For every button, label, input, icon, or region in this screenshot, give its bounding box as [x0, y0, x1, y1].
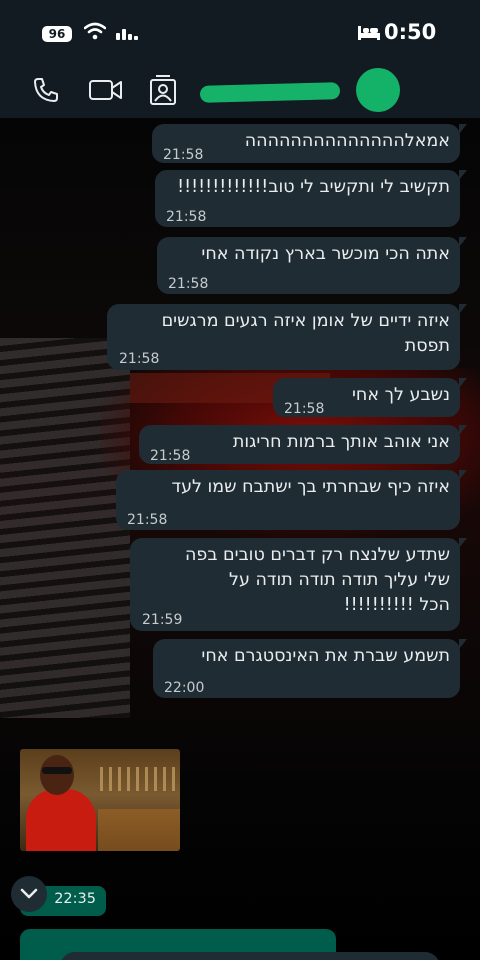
contact-card-icon[interactable]	[148, 74, 178, 106]
message-time: 22:00	[164, 680, 205, 696]
message-time: 21:58	[168, 276, 209, 292]
status-bar: 96 0:50	[0, 0, 480, 66]
message-bubble[interactable]: אתה הכי מוכשר בארץ נקודה אחי 21:58	[157, 237, 467, 294]
message-text: אני אוהב אותך ברמות חריגות	[232, 432, 450, 452]
scroll-down-button[interactable]	[11, 876, 47, 912]
phone-icon[interactable]	[32, 76, 60, 104]
message-bubble[interactable]: תקשיב לי ותקשיב לי טוב!!!!!!!!!!!!! 21:5…	[155, 170, 467, 227]
message-time: 21:58	[127, 512, 168, 528]
message-time: 21:58	[284, 401, 325, 417]
chevron-down-icon	[20, 888, 38, 899]
avatar[interactable]	[356, 68, 400, 112]
message-bubble[interactable]: איזה כיף שבחרתי בך ישתבח שמו לעד 21:58	[116, 470, 467, 530]
message-text: אתה הכי מוכשר בארץ נקודה אחי	[201, 244, 450, 264]
message-bubble[interactable]: אמאלהההההההההההההה 21:58	[152, 124, 467, 163]
message-time: 21:58	[166, 209, 207, 225]
wifi-icon	[84, 22, 106, 40]
message-text: איזה ידיים של אומן איזה רגעים מרגשים תפס…	[161, 311, 450, 356]
message-bubble[interactable]: איזה ידיים של אומן איזה רגעים מרגשים תפס…	[107, 304, 467, 370]
message-text: תקשיב לי ותקשיב לי טוב!!!!!!!!!!!!!	[177, 177, 450, 197]
message-time: 21:58	[119, 351, 160, 367]
image-message[interactable]	[20, 749, 180, 851]
message-input[interactable]	[60, 952, 440, 960]
sleep-mode-icon	[358, 26, 380, 40]
message-time: 21:59	[142, 612, 183, 628]
video-call-icon[interactable]	[88, 78, 124, 102]
message-bubble[interactable]: נשבע לך אחי 21:58	[273, 378, 467, 417]
message-time: 21:58	[150, 448, 191, 464]
message-text: תשמע שברת את האינסטגרם אחי	[201, 646, 450, 666]
message-text: שתדע שלנצח רק דברים טובים בפה שלי עליך ת…	[185, 545, 450, 615]
message-time: 21:58	[163, 147, 204, 163]
cellular-signal-icon	[116, 29, 138, 40]
message-bubble[interactable]: שתדע שלנצח רק דברים טובים בפה שלי עליך ת…	[130, 538, 467, 631]
status-time: 0:50	[384, 20, 437, 44]
message-time: 22:35	[54, 891, 96, 907]
battery-indicator: 96	[42, 26, 72, 42]
message-bubble[interactable]: תשמע שברת את האינסטגרם אחי 22:00	[153, 639, 467, 698]
chat-area[interactable]: אמאלהההההההההההההה 21:58 תקשיב לי ותקשיב…	[0, 118, 480, 960]
message-bubble[interactable]: אני אוהב אותך ברמות חריגות 21:58	[139, 425, 467, 464]
message-text: אמאלהההההההההההההה	[244, 131, 450, 151]
message-text: איזה כיף שבחרתי בך ישתבח שמו לעד	[171, 477, 450, 497]
message-text: נשבע לך אחי	[352, 385, 450, 405]
